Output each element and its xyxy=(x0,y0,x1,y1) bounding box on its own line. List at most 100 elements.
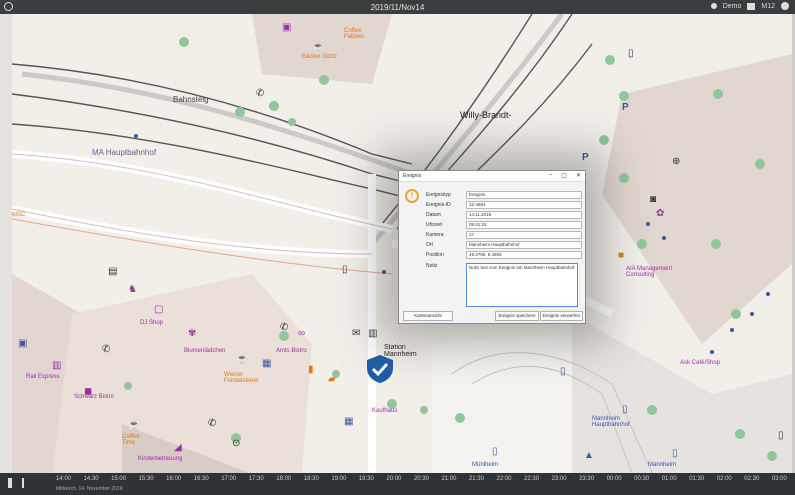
notes-textarea[interactable]: Notiz text zum Ereignis am Mannheim Haup… xyxy=(466,263,578,307)
mail-icon[interactable]: ✉ xyxy=(352,328,360,339)
timeline-tick-label[interactable]: 22:30 xyxy=(524,476,539,484)
user-icon[interactable] xyxy=(710,3,717,9)
map-label-schwarz: Schwarz Bistro xyxy=(74,394,115,400)
transit-icon-3[interactable]: ▯ xyxy=(492,446,498,457)
timeline-tick-label[interactable]: 18:30 xyxy=(304,476,319,484)
timeline-tick-label[interactable]: 17:00 xyxy=(221,476,236,484)
discard-event-button[interactable]: Ereignis verwerfen xyxy=(540,311,583,321)
info-icon[interactable] xyxy=(781,2,789,10)
phone-icon[interactable]: ✆ xyxy=(256,88,264,99)
parking-icon[interactable]: P xyxy=(622,102,629,113)
cafe-icon[interactable]: ☕ xyxy=(312,42,324,53)
timeline-tick-label[interactable]: 00:30 xyxy=(634,476,649,484)
close-icon[interactable]: ✕ xyxy=(576,172,581,179)
timeline-tick-label[interactable]: 19:30 xyxy=(359,476,374,484)
timeline-tick-label[interactable]: 18:00 xyxy=(276,476,291,484)
field-value[interactable]: Ereignis xyxy=(466,191,582,199)
timeline-tick-label[interactable]: 15:00 xyxy=(111,476,126,484)
minimize-icon[interactable]: – xyxy=(549,172,552,179)
shop-icon-2[interactable]: ▢ xyxy=(154,304,163,315)
timeline-controls xyxy=(8,478,24,488)
gift-icon[interactable]: ✿ xyxy=(656,208,664,219)
timeline-tick-label[interactable]: 21:30 xyxy=(469,476,484,484)
cafe-icon-3[interactable]: ☕ xyxy=(128,420,140,431)
field-value[interactable]: 14.11.2019 xyxy=(466,211,582,219)
shop-icon-4[interactable]: ◼ xyxy=(84,386,92,397)
phone-icon-4[interactable]: ✆ xyxy=(208,418,216,429)
timeline-tick-label[interactable]: 21:00 xyxy=(441,476,456,484)
playground-icon[interactable]: ◢ xyxy=(174,442,182,453)
map-label-coffee: Coffee Time xyxy=(122,434,140,446)
field-value[interactable]: 12-4554 xyxy=(466,201,582,209)
info-board-icon-3[interactable]: ▯ xyxy=(778,430,784,441)
timeline-bar[interactable]: 14:00 14:30 15:00 15:30 16:00 16:30 17:00 17:30… xyxy=(0,473,795,495)
kiosk-icon[interactable]: ▤ xyxy=(108,266,117,277)
transit-icon-2[interactable]: ▯ xyxy=(622,404,628,415)
clock-icon-2[interactable]: ⊙ xyxy=(232,438,240,449)
parking-icon-2[interactable]: P xyxy=(582,152,589,163)
notes-label: Notiz xyxy=(426,263,438,269)
maximize-icon[interactable]: ▢ xyxy=(561,172,567,179)
clothes-icon[interactable]: ♞ xyxy=(128,284,137,295)
car-icon[interactable]: ▲ xyxy=(584,450,594,461)
timeline-tick-label[interactable]: 20:30 xyxy=(414,476,429,484)
user-label[interactable]: Demo xyxy=(723,3,742,10)
camera-icon[interactable]: ◙ xyxy=(650,194,656,205)
field-value[interactable]: 09:41:15 xyxy=(466,221,582,229)
timeline-tick-label[interactable]: 03:00 xyxy=(772,476,787,484)
bakery-icon[interactable]: ☕ xyxy=(236,354,248,365)
bus-icon[interactable]: ▰ xyxy=(328,374,336,385)
field-value[interactable]: 49.4795, 8.4693 xyxy=(466,251,582,259)
phone-icon-3[interactable]: ✆ xyxy=(280,322,288,333)
timeline-tick-label[interactable]: 17:30 xyxy=(249,476,264,484)
timeline-tick-label[interactable]: 19:00 xyxy=(331,476,346,484)
save-event-button[interactable]: Ereignis speichern xyxy=(495,311,539,321)
timeline-tick-label[interactable]: 16:30 xyxy=(194,476,209,484)
info-board-icon-2[interactable]: ▯ xyxy=(342,264,348,275)
flower-icon[interactable]: ✾ xyxy=(188,328,196,339)
timeline-tick-label[interactable]: 00:00 xyxy=(607,476,622,484)
timeline-tick-label[interactable]: 23:00 xyxy=(552,476,567,484)
status-label: M12 xyxy=(761,2,775,10)
event-dialog: Ereignis – ▢ ✕ ! Ereignistyp Ereignis Er… xyxy=(398,170,586,324)
map-view-button[interactable]: Kartenansicht xyxy=(403,311,453,321)
field-value[interactable]: 17 xyxy=(466,231,582,239)
timeline-tick-label[interactable]: 23:30 xyxy=(579,476,594,484)
timeline-tick-label[interactable]: 22:00 xyxy=(497,476,512,484)
timeline-ticks: 14:00 14:30 15:00 15:30 16:00 16:30 17:00 17:30… xyxy=(56,476,787,484)
timeline-tick-label[interactable]: 14:00 xyxy=(56,476,71,484)
monitor-icon[interactable] xyxy=(747,2,756,10)
timeline-tick-label[interactable]: 20:00 xyxy=(386,476,401,484)
bottle-icon[interactable]: ▮ xyxy=(308,364,314,375)
dialog-titlebar[interactable]: Ereignis – ▢ ✕ xyxy=(399,171,585,182)
info-board-icon[interactable]: ▯ xyxy=(628,48,634,59)
book-icon[interactable]: ▥ xyxy=(368,328,377,339)
timeline-tick-label[interactable]: 15:30 xyxy=(139,476,154,484)
bin-icon[interactable]: ▣ xyxy=(18,338,27,349)
timeline-tick-label[interactable]: 01:00 xyxy=(662,476,677,484)
cafe-icon-2[interactable]: ■ xyxy=(618,250,624,261)
timeline-tick-label[interactable]: 02:30 xyxy=(744,476,759,484)
step-icon[interactable] xyxy=(22,478,24,488)
clock-icon[interactable]: ⊕ xyxy=(672,156,680,167)
transit-icon[interactable]: ▯ xyxy=(560,366,566,377)
shop-icon-3[interactable]: ▥ xyxy=(52,360,61,371)
field-row: Ort Mannheim Hauptbahnhof xyxy=(426,241,582,249)
atm-icon[interactable]: ▦ xyxy=(262,358,271,369)
timeline-tick-label[interactable]: 01:30 xyxy=(689,476,704,484)
shop-icon[interactable]: ▣ xyxy=(282,22,291,33)
timeline-tick-label[interactable]: 14:30 xyxy=(84,476,99,484)
field-value[interactable]: Mannheim Hauptbahnhof xyxy=(466,241,582,249)
transit-icon-4[interactable]: ▯ xyxy=(672,448,678,459)
map-label-dj-shop: DJ Shop xyxy=(140,320,164,326)
field-row: Uhrzeit 09:41:15 xyxy=(426,221,582,229)
event-marker-icon[interactable] xyxy=(366,354,394,384)
map-label-cafe-top: Coffee Fellows xyxy=(344,28,365,40)
food-icon[interactable]: ∞ xyxy=(298,328,305,339)
atm-icon-2[interactable]: ▦ xyxy=(344,416,353,427)
timeline-tick-label[interactable]: 16:00 xyxy=(166,476,181,484)
map-label-left-stub: MSC xyxy=(12,212,26,218)
phone-icon-2[interactable]: ✆ xyxy=(102,344,110,355)
pause-icon[interactable] xyxy=(8,478,12,488)
timeline-tick-label[interactable]: 02:00 xyxy=(717,476,732,484)
